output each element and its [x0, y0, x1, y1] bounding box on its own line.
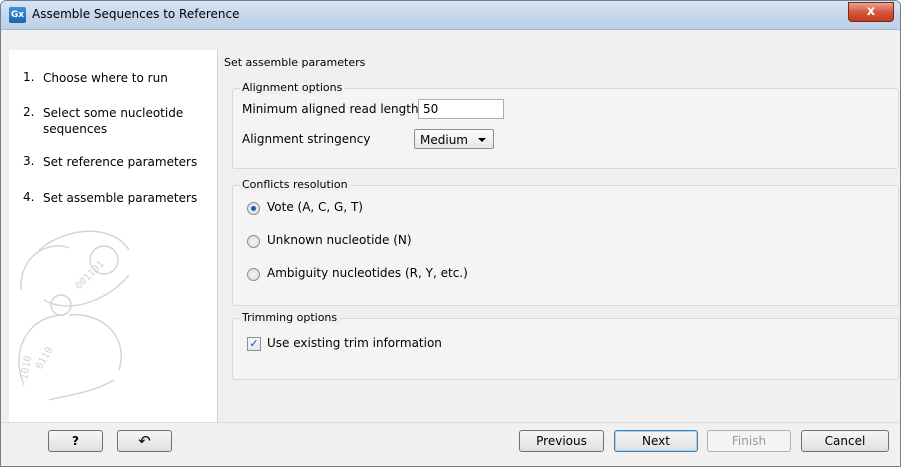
radio-vote-label: Vote (A, C, G, T) — [267, 200, 363, 214]
reset-button[interactable]: ↶ — [117, 430, 172, 452]
close-button[interactable]: x — [848, 2, 894, 22]
finish-button[interactable]: Finish — [707, 430, 791, 452]
alignment-options-legend: Alignment options — [240, 81, 345, 94]
watermark-logo-graphic: 001101 1010 0110 — [18, 230, 130, 401]
dialog-window: Gx Assemble Sequences to Reference x 1. … — [0, 0, 901, 467]
radio-ambiguity-nucleotides-label: Ambiguity nucleotides (R, Y, etc.) — [267, 266, 468, 280]
conflicts-resolution-legend: Conflicts resolution — [240, 178, 350, 191]
page-title: Set assemble parameters — [224, 56, 366, 69]
alignment-stringency-dropdown[interactable]: Medium — [414, 129, 494, 149]
radio-button-icon[interactable] — [247, 202, 260, 215]
trimming-options-legend: Trimming options — [240, 311, 340, 324]
step-number: 3. — [23, 154, 35, 168]
parameters-panel: Set assemble parameters Alignment option… — [221, 50, 899, 422]
alignment-stringency-value: Medium — [420, 133, 468, 147]
dialog-footer: ? ↶ Previous Next Finish Cancel — [1, 422, 900, 466]
radio-button-icon[interactable] — [247, 268, 260, 281]
radio-button-icon[interactable] — [247, 235, 260, 248]
reset-icon: ↶ — [138, 432, 151, 450]
title-bar: Gx Assemble Sequences to Reference x — [1, 1, 900, 30]
step-label: Set reference parameters — [43, 155, 198, 169]
window-title: Assemble Sequences to Reference — [32, 7, 240, 21]
next-button[interactable]: Next — [614, 430, 698, 452]
app-icon: Gx — [9, 7, 26, 23]
checkbox-checked-icon[interactable]: ✓ — [247, 337, 261, 351]
svg-text:1010: 1010 — [19, 355, 34, 381]
step-label: Choose where to run — [43, 71, 168, 85]
step-number: 2. — [23, 105, 35, 119]
conflicts-resolution-group: Conflicts resolution Vote (A, C, G, T) U… — [232, 178, 899, 306]
step-number: 4. — [23, 190, 35, 204]
help-button[interactable]: ? — [48, 430, 103, 452]
alignment-stringency-label: Alignment stringency — [242, 132, 371, 146]
step-label: Select some nucleotide sequences — [43, 106, 184, 136]
step-number: 1. — [23, 70, 35, 84]
min-read-length-label: Minimum aligned read length — [242, 102, 419, 116]
wizard-steps-panel: 1. Choose where to run 2. Select some nu… — [9, 50, 218, 422]
alignment-options-group: Alignment options Minimum aligned read l… — [232, 81, 899, 169]
chevron-down-icon — [478, 138, 486, 142]
min-read-length-input[interactable]: 50 — [418, 99, 504, 119]
radio-unknown-nucleotide-label: Unknown nucleotide (N) — [267, 233, 412, 247]
cancel-button[interactable]: Cancel — [801, 430, 889, 452]
step-label: Set assemble parameters — [43, 191, 198, 205]
trimming-options-group: Trimming options ✓ Use existing trim inf… — [232, 311, 899, 380]
previous-button[interactable]: Previous — [519, 430, 604, 452]
svg-text:0110: 0110 — [34, 345, 56, 371]
use-trim-label: Use existing trim information — [267, 336, 442, 350]
